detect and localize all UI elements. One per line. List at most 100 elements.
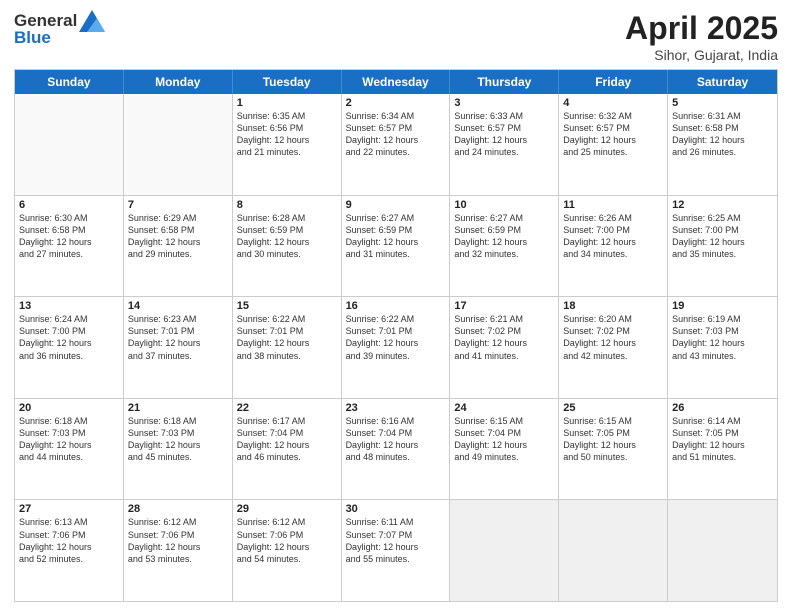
day-number: 25: [563, 402, 663, 414]
cell-info: Sunrise: 6:27 AMSunset: 6:59 PMDaylight:…: [346, 212, 446, 261]
calendar: SundayMondayTuesdayWednesdayThursdayFrid…: [14, 69, 778, 602]
calendar-cell: 24Sunrise: 6:15 AMSunset: 7:04 PMDayligh…: [450, 399, 559, 500]
day-number: 8: [237, 199, 337, 211]
logo-text: General Blue: [14, 10, 105, 48]
month-title: April 2025: [625, 10, 778, 47]
day-number: 24: [454, 402, 554, 414]
calendar-cell: 16Sunrise: 6:22 AMSunset: 7:01 PMDayligh…: [342, 297, 451, 398]
calendar-cell: 27Sunrise: 6:13 AMSunset: 7:06 PMDayligh…: [15, 500, 124, 601]
cell-info: Sunrise: 6:34 AMSunset: 6:57 PMDaylight:…: [346, 110, 446, 159]
cell-info: Sunrise: 6:31 AMSunset: 6:58 PMDaylight:…: [672, 110, 773, 159]
calendar-cell: 30Sunrise: 6:11 AMSunset: 7:07 PMDayligh…: [342, 500, 451, 601]
header-day-monday: Monday: [124, 70, 233, 94]
calendar-row-4: 20Sunrise: 6:18 AMSunset: 7:03 PMDayligh…: [15, 398, 777, 500]
calendar-cell: 7Sunrise: 6:29 AMSunset: 6:58 PMDaylight…: [124, 196, 233, 297]
calendar-cell: 25Sunrise: 6:15 AMSunset: 7:05 PMDayligh…: [559, 399, 668, 500]
calendar-cell: 23Sunrise: 6:16 AMSunset: 7:04 PMDayligh…: [342, 399, 451, 500]
calendar-cell: 11Sunrise: 6:26 AMSunset: 7:00 PMDayligh…: [559, 196, 668, 297]
day-number: 27: [19, 503, 119, 515]
day-number: 2: [346, 97, 446, 109]
cell-info: Sunrise: 6:21 AMSunset: 7:02 PMDaylight:…: [454, 313, 554, 362]
cell-info: Sunrise: 6:27 AMSunset: 6:59 PMDaylight:…: [454, 212, 554, 261]
cell-info: Sunrise: 6:26 AMSunset: 7:00 PMDaylight:…: [563, 212, 663, 261]
calendar-header: SundayMondayTuesdayWednesdayThursdayFrid…: [15, 70, 777, 94]
cell-info: Sunrise: 6:17 AMSunset: 7:04 PMDaylight:…: [237, 415, 337, 464]
page: General Blue April 2025 Sihor, Gujarat, …: [0, 0, 792, 612]
day-number: 29: [237, 503, 337, 515]
calendar-cell: [124, 94, 233, 195]
cell-info: Sunrise: 6:16 AMSunset: 7:04 PMDaylight:…: [346, 415, 446, 464]
title-block: April 2025 Sihor, Gujarat, India: [625, 10, 778, 63]
day-number: 1: [237, 97, 337, 109]
day-number: 4: [563, 97, 663, 109]
calendar-body: 1Sunrise: 6:35 AMSunset: 6:56 PMDaylight…: [15, 94, 777, 601]
cell-info: Sunrise: 6:14 AMSunset: 7:05 PMDaylight:…: [672, 415, 773, 464]
cell-info: Sunrise: 6:18 AMSunset: 7:03 PMDaylight:…: [19, 415, 119, 464]
day-number: 11: [563, 199, 663, 211]
cell-info: Sunrise: 6:15 AMSunset: 7:05 PMDaylight:…: [563, 415, 663, 464]
cell-info: Sunrise: 6:32 AMSunset: 6:57 PMDaylight:…: [563, 110, 663, 159]
day-number: 14: [128, 300, 228, 312]
cell-info: Sunrise: 6:28 AMSunset: 6:59 PMDaylight:…: [237, 212, 337, 261]
calendar-cell: 22Sunrise: 6:17 AMSunset: 7:04 PMDayligh…: [233, 399, 342, 500]
day-number: 28: [128, 503, 228, 515]
cell-info: Sunrise: 6:18 AMSunset: 7:03 PMDaylight:…: [128, 415, 228, 464]
header-day-thursday: Thursday: [450, 70, 559, 94]
calendar-cell: 14Sunrise: 6:23 AMSunset: 7:01 PMDayligh…: [124, 297, 233, 398]
day-number: 23: [346, 402, 446, 414]
logo: General Blue: [14, 10, 105, 48]
day-number: 16: [346, 300, 446, 312]
calendar-cell: 3Sunrise: 6:33 AMSunset: 6:57 PMDaylight…: [450, 94, 559, 195]
cell-info: Sunrise: 6:29 AMSunset: 6:58 PMDaylight:…: [128, 212, 228, 261]
calendar-cell: 17Sunrise: 6:21 AMSunset: 7:02 PMDayligh…: [450, 297, 559, 398]
calendar-cell: 4Sunrise: 6:32 AMSunset: 6:57 PMDaylight…: [559, 94, 668, 195]
day-number: 13: [19, 300, 119, 312]
calendar-row-2: 6Sunrise: 6:30 AMSunset: 6:58 PMDaylight…: [15, 195, 777, 297]
cell-info: Sunrise: 6:24 AMSunset: 7:00 PMDaylight:…: [19, 313, 119, 362]
cell-info: Sunrise: 6:33 AMSunset: 6:57 PMDaylight:…: [454, 110, 554, 159]
day-number: 10: [454, 199, 554, 211]
calendar-cell: 9Sunrise: 6:27 AMSunset: 6:59 PMDaylight…: [342, 196, 451, 297]
header-day-saturday: Saturday: [668, 70, 777, 94]
day-number: 5: [672, 97, 773, 109]
subtitle: Sihor, Gujarat, India: [625, 47, 778, 63]
day-number: 20: [19, 402, 119, 414]
calendar-cell: 18Sunrise: 6:20 AMSunset: 7:02 PMDayligh…: [559, 297, 668, 398]
header: General Blue April 2025 Sihor, Gujarat, …: [14, 10, 778, 63]
day-number: 3: [454, 97, 554, 109]
day-number: 15: [237, 300, 337, 312]
calendar-cell: 10Sunrise: 6:27 AMSunset: 6:59 PMDayligh…: [450, 196, 559, 297]
calendar-row-1: 1Sunrise: 6:35 AMSunset: 6:56 PMDaylight…: [15, 94, 777, 195]
day-number: 12: [672, 199, 773, 211]
day-number: 26: [672, 402, 773, 414]
calendar-cell: 15Sunrise: 6:22 AMSunset: 7:01 PMDayligh…: [233, 297, 342, 398]
cell-info: Sunrise: 6:11 AMSunset: 7:07 PMDaylight:…: [346, 516, 446, 565]
calendar-cell: [559, 500, 668, 601]
cell-info: Sunrise: 6:12 AMSunset: 7:06 PMDaylight:…: [128, 516, 228, 565]
cell-info: Sunrise: 6:12 AMSunset: 7:06 PMDaylight:…: [237, 516, 337, 565]
cell-info: Sunrise: 6:13 AMSunset: 7:06 PMDaylight:…: [19, 516, 119, 565]
calendar-cell: 8Sunrise: 6:28 AMSunset: 6:59 PMDaylight…: [233, 196, 342, 297]
day-number: 6: [19, 199, 119, 211]
cell-info: Sunrise: 6:22 AMSunset: 7:01 PMDaylight:…: [237, 313, 337, 362]
cell-info: Sunrise: 6:35 AMSunset: 6:56 PMDaylight:…: [237, 110, 337, 159]
day-number: 17: [454, 300, 554, 312]
calendar-cell: 26Sunrise: 6:14 AMSunset: 7:05 PMDayligh…: [668, 399, 777, 500]
calendar-cell: 19Sunrise: 6:19 AMSunset: 7:03 PMDayligh…: [668, 297, 777, 398]
logo-icon: [79, 10, 105, 32]
day-number: 7: [128, 199, 228, 211]
cell-info: Sunrise: 6:22 AMSunset: 7:01 PMDaylight:…: [346, 313, 446, 362]
day-number: 9: [346, 199, 446, 211]
calendar-cell: 6Sunrise: 6:30 AMSunset: 6:58 PMDaylight…: [15, 196, 124, 297]
calendar-cell: 20Sunrise: 6:18 AMSunset: 7:03 PMDayligh…: [15, 399, 124, 500]
cell-info: Sunrise: 6:20 AMSunset: 7:02 PMDaylight:…: [563, 313, 663, 362]
header-day-tuesday: Tuesday: [233, 70, 342, 94]
cell-info: Sunrise: 6:25 AMSunset: 7:00 PMDaylight:…: [672, 212, 773, 261]
calendar-cell: 1Sunrise: 6:35 AMSunset: 6:56 PMDaylight…: [233, 94, 342, 195]
cell-info: Sunrise: 6:15 AMSunset: 7:04 PMDaylight:…: [454, 415, 554, 464]
calendar-cell: [668, 500, 777, 601]
calendar-cell: 12Sunrise: 6:25 AMSunset: 7:00 PMDayligh…: [668, 196, 777, 297]
calendar-cell: 21Sunrise: 6:18 AMSunset: 7:03 PMDayligh…: [124, 399, 233, 500]
header-day-friday: Friday: [559, 70, 668, 94]
calendar-row-3: 13Sunrise: 6:24 AMSunset: 7:00 PMDayligh…: [15, 296, 777, 398]
